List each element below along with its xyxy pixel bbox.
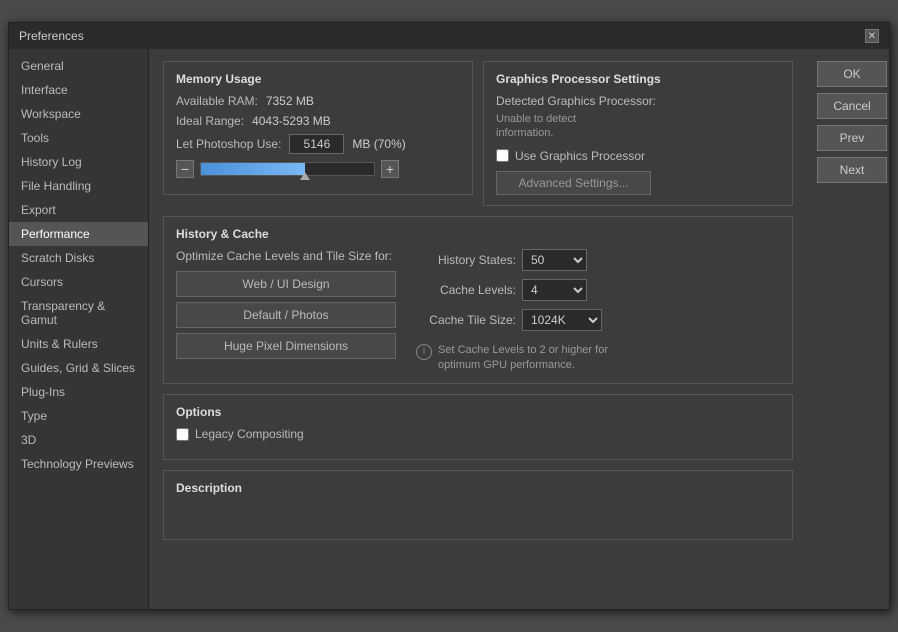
history-states-label: History States: bbox=[416, 253, 516, 267]
photoshop-use-input[interactable] bbox=[289, 134, 344, 154]
gpu-tip: i Set Cache Levels to 2 or higher for op… bbox=[416, 343, 780, 374]
hc-left: Optimize Cache Levels and Tile Size for:… bbox=[176, 249, 396, 374]
info-icon: i bbox=[416, 344, 432, 360]
top-section: Memory Usage Available RAM: 7352 MB Idea… bbox=[163, 61, 793, 206]
gpu-box: Graphics Processor Settings Detected Gra… bbox=[483, 61, 793, 206]
cache-tile-select[interactable]: 1024K bbox=[522, 309, 602, 331]
slider-decrease-button[interactable]: − bbox=[176, 160, 194, 178]
available-ram-value: 7352 MB bbox=[266, 94, 314, 108]
cancel-button[interactable]: Cancel bbox=[817, 93, 887, 119]
history-cache-content: Optimize Cache Levels and Tile Size for:… bbox=[176, 249, 780, 374]
sidebar-item-technology-previews[interactable]: Technology Previews bbox=[9, 452, 148, 476]
next-button[interactable]: Next bbox=[817, 157, 887, 183]
sidebar-item-performance[interactable]: Performance bbox=[9, 222, 148, 246]
huge-pixel-button[interactable]: Huge Pixel Dimensions bbox=[176, 333, 396, 359]
use-gpu-label: Use Graphics Processor bbox=[515, 149, 645, 163]
cache-tile-label: Cache Tile Size: bbox=[416, 313, 516, 327]
sidebar-item-plug-ins[interactable]: Plug-Ins bbox=[9, 380, 148, 404]
available-ram-row: Available RAM: 7352 MB bbox=[176, 94, 460, 108]
let-photoshop-use-label: Let Photoshop Use: bbox=[176, 137, 281, 151]
description-title: Description bbox=[176, 481, 780, 495]
options-section: Options Legacy Compositing bbox=[163, 394, 793, 460]
history-states-row: History States: 50 bbox=[416, 249, 780, 271]
memory-usage-section: Memory Usage Available RAM: 7352 MB Idea… bbox=[163, 61, 473, 206]
prev-button[interactable]: Prev bbox=[817, 125, 887, 151]
history-cache-section: History & Cache Optimize Cache Levels an… bbox=[163, 216, 793, 385]
legacy-compositing-checkbox[interactable] bbox=[176, 428, 189, 441]
ok-button[interactable]: OK bbox=[817, 61, 887, 87]
let-photoshop-use-row: Let Photoshop Use: MB (70%) bbox=[176, 134, 460, 154]
slider-fill bbox=[201, 163, 305, 175]
title-bar: Preferences ✕ bbox=[9, 23, 889, 49]
cache-tile-row: Cache Tile Size: 1024K bbox=[416, 309, 780, 331]
use-gpu-checkbox[interactable] bbox=[496, 149, 509, 162]
use-gpu-row: Use Graphics Processor bbox=[496, 149, 780, 163]
ideal-range-value: 4043-5293 MB bbox=[252, 114, 331, 128]
percent-label: MB (70%) bbox=[352, 137, 405, 151]
sidebar-item-type[interactable]: Type bbox=[9, 404, 148, 428]
sidebar-item-scratch-disks[interactable]: Scratch Disks bbox=[9, 246, 148, 270]
hc-right: History States: 50 Cache Levels: 4 bbox=[416, 249, 780, 374]
gpu-section: Graphics Processor Settings Detected Gra… bbox=[483, 61, 793, 206]
cache-levels-select[interactable]: 4 bbox=[522, 279, 587, 301]
available-ram-label: Available RAM: bbox=[176, 94, 258, 108]
legacy-compositing-row: Legacy Compositing bbox=[176, 427, 780, 441]
ideal-range-label: Ideal Range: bbox=[176, 114, 244, 128]
advanced-settings-button[interactable]: Advanced Settings... bbox=[496, 171, 651, 195]
cache-levels-row: Cache Levels: 4 bbox=[416, 279, 780, 301]
memory-usage-title: Memory Usage bbox=[176, 72, 460, 86]
close-button[interactable]: ✕ bbox=[865, 29, 879, 43]
hc-buttons: Web / UI Design Default / Photos Huge Pi… bbox=[176, 271, 396, 359]
dialog-title: Preferences bbox=[19, 29, 84, 43]
ideal-range-row: Ideal Range: 4043-5293 MB bbox=[176, 114, 460, 128]
default-photos-button[interactable]: Default / Photos bbox=[176, 302, 396, 328]
sidebar-item-export[interactable]: Export bbox=[9, 198, 148, 222]
sidebar-item-transparency---gamut[interactable]: Transparency & Gamut bbox=[9, 294, 148, 332]
sidebar-item-guides--grid---slices[interactable]: Guides, Grid & Slices bbox=[9, 356, 148, 380]
cache-levels-label: Cache Levels: bbox=[416, 283, 516, 297]
options-title: Options bbox=[176, 405, 780, 419]
web-ui-design-button[interactable]: Web / UI Design bbox=[176, 271, 396, 297]
sidebar-item-cursors[interactable]: Cursors bbox=[9, 270, 148, 294]
history-cache-title: History & Cache bbox=[176, 227, 780, 241]
memory-slider[interactable] bbox=[200, 162, 375, 176]
preferences-dialog: Preferences ✕ GeneralInterfaceWorkspaceT… bbox=[8, 22, 890, 610]
gpu-tip-text: Set Cache Levels to 2 or higher for opti… bbox=[438, 343, 608, 374]
gpu-title: Graphics Processor Settings bbox=[496, 72, 780, 86]
memory-usage-box: Memory Usage Available RAM: 7352 MB Idea… bbox=[163, 61, 473, 195]
dialog-body: GeneralInterfaceWorkspaceToolsHistory Lo… bbox=[9, 49, 889, 609]
slider-increase-button[interactable]: + bbox=[381, 160, 399, 178]
sidebar: GeneralInterfaceWorkspaceToolsHistory Lo… bbox=[9, 49, 149, 609]
sidebar-item-general[interactable]: General bbox=[9, 54, 148, 78]
buttons-panel: OK Cancel Prev Next bbox=[807, 49, 889, 609]
sidebar-item-tools[interactable]: Tools bbox=[9, 126, 148, 150]
description-section: Description bbox=[163, 470, 793, 540]
slider-thumb bbox=[300, 172, 310, 180]
history-states-select[interactable]: 50 bbox=[522, 249, 587, 271]
main-content: Memory Usage Available RAM: 7352 MB Idea… bbox=[149, 49, 807, 609]
sidebar-item-history-log[interactable]: History Log bbox=[9, 150, 148, 174]
optimize-label: Optimize Cache Levels and Tile Size for: bbox=[176, 249, 396, 263]
gpu-detected-label: Detected Graphics Processor: bbox=[496, 94, 780, 108]
hc-controls: History States: 50 Cache Levels: 4 bbox=[416, 249, 780, 374]
sidebar-item-interface[interactable]: Interface bbox=[9, 78, 148, 102]
sidebar-item-3d[interactable]: 3D bbox=[9, 428, 148, 452]
legacy-compositing-label: Legacy Compositing bbox=[195, 427, 304, 441]
sidebar-item-workspace[interactable]: Workspace bbox=[9, 102, 148, 126]
memory-slider-container: − + bbox=[176, 160, 460, 178]
sidebar-item-units---rulers[interactable]: Units & Rulers bbox=[9, 332, 148, 356]
sidebar-item-file-handling[interactable]: File Handling bbox=[9, 174, 148, 198]
gpu-info-text: Unable to detect information. bbox=[496, 112, 780, 141]
